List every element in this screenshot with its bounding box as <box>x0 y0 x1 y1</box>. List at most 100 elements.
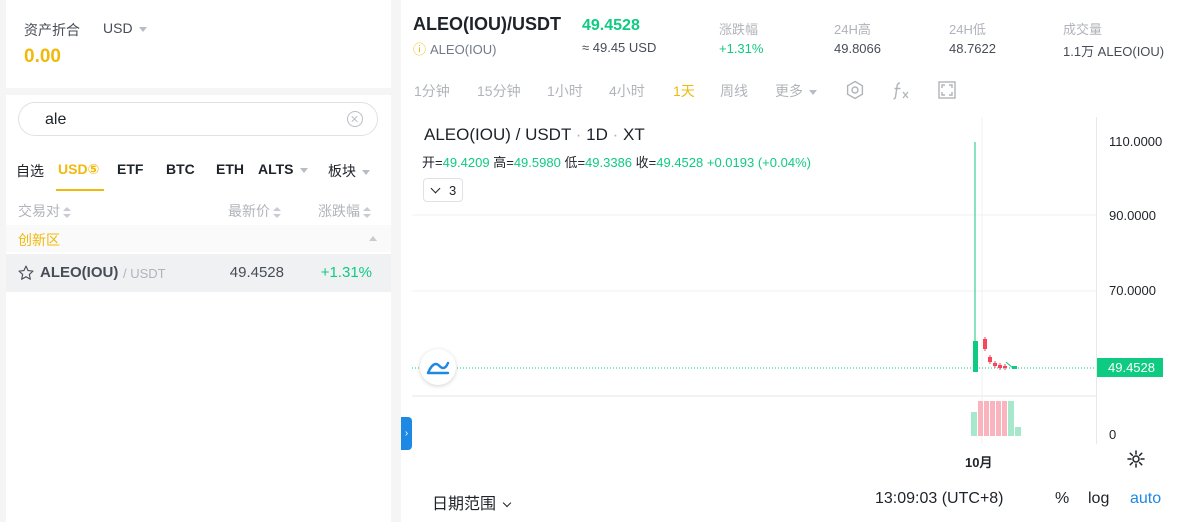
close-value: 49.4528 <box>656 155 704 170</box>
fullscreen-icon[interactable] <box>937 80 957 100</box>
chart-footer: 日期范围 13:09:03 (UTC+8) % log auto <box>401 476 1177 522</box>
tab-sectors-label: 板块 <box>328 163 356 179</box>
sort-by-change[interactable]: 涨跌幅 <box>318 201 371 221</box>
timeframe-more[interactable]: 更多 <box>775 81 817 101</box>
sort-icon <box>363 206 371 218</box>
currency-value: USD <box>103 20 133 36</box>
asset-value: 0.00 <box>24 46 61 67</box>
candles <box>973 142 1017 372</box>
high-value: 49.5980 <box>513 155 561 170</box>
tab-eth[interactable]: ETH <box>216 161 244 177</box>
price-axis[interactable]: 110.0000 90.0000 70.0000 0 49.4528 <box>1096 117 1177 444</box>
chevron-down-icon <box>502 498 512 508</box>
panel-divider <box>391 0 401 522</box>
tab-etf[interactable]: ETF <box>117 161 143 177</box>
pair-change: +1.31% <box>320 264 372 281</box>
stat-label-high: 24H高 <box>834 22 871 37</box>
price-chart[interactable]: ALEO(IOU) / USDT · 1D · XT 开=49.4209 高=4… <box>412 117 1177 444</box>
candle-body <box>988 357 992 362</box>
column-change: 涨跌幅 <box>318 203 360 219</box>
volume-bar <box>996 401 1001 436</box>
sort-by-pair[interactable]: 交易对 <box>18 201 71 221</box>
y-tick: 70.0000 <box>1109 283 1156 298</box>
active-tab-indicator <box>56 189 104 191</box>
percent-toggle[interactable]: % <box>1055 490 1069 508</box>
low-label: 低= <box>564 155 586 170</box>
info-icon: ⓘ <box>413 42 427 57</box>
timeframe-1h[interactable]: 1小时 <box>547 81 583 101</box>
volume-bars <box>971 401 1021 436</box>
mountain-icon <box>426 361 450 375</box>
chevron-down-icon <box>809 89 817 95</box>
stat-label-low: 24H低 <box>949 22 986 37</box>
chart-legend-title: ALEO(IOU) / USDT · 1D · XT <box>424 125 645 144</box>
chevron-down-icon <box>362 169 370 175</box>
gear-icon[interactable] <box>1126 449 1146 469</box>
tab-alts[interactable]: ALTS <box>258 161 308 177</box>
last-price: 49.4528 <box>582 17 640 34</box>
volume-bar <box>1015 427 1021 436</box>
indicators-toggle[interactable]: 3 <box>423 178 463 202</box>
market-tabs: 自选 USD⑤ ETF BTC ETH ALTS 板块 <box>6 158 391 192</box>
volume-bar <box>1002 401 1007 436</box>
chart-logo-button[interactable] <box>420 349 456 385</box>
legend-exchange: XT <box>623 125 645 144</box>
tab-sectors[interactable]: 板块 <box>328 161 370 181</box>
tab-usd[interactable]: USD⑤ <box>58 161 99 178</box>
pair-quote: / USDT <box>123 266 166 281</box>
volume-bar <box>971 412 977 436</box>
timeframe-15m[interactable]: 15分钟 <box>477 81 521 101</box>
section-header[interactable]: 创新区 <box>6 225 391 252</box>
timeframe-4h[interactable]: 4小时 <box>609 81 645 101</box>
candle-body <box>983 339 987 349</box>
market-list: ale 自选 USD⑤ ETF BTC ETH ALTS 板块 交易对 最新价 … <box>6 95 391 522</box>
chevron-up-icon <box>369 236 377 241</box>
sort-icon <box>273 206 281 218</box>
timeframe-1m[interactable]: 1分钟 <box>414 81 450 101</box>
x-tick: 10月 <box>965 455 993 470</box>
time-axis[interactable]: 10月 <box>412 444 1177 470</box>
search-input[interactable]: ale <box>18 102 378 136</box>
y-tick: 90.0000 <box>1109 208 1156 223</box>
stat-label-change: 涨跌幅 <box>719 22 759 37</box>
candle-body <box>998 365 1002 368</box>
candle-body <box>993 363 997 366</box>
legend-interval: 1D <box>586 125 608 144</box>
section-label: 创新区 <box>18 232 60 248</box>
sort-by-price[interactable]: 最新价 <box>228 201 281 221</box>
plot-area[interactable]: ALEO(IOU) / USDT · 1D · XT 开=49.4209 高=4… <box>412 117 1096 444</box>
indicators-count: 3 <box>449 183 457 198</box>
currency-select[interactable]: USD <box>103 20 147 36</box>
log-toggle[interactable]: log <box>1088 490 1109 508</box>
stat-value-volume: 1.1万 ALEO(IOU) <box>1063 44 1165 59</box>
list-item[interactable]: ALEO(IOU) / USDT 49.4528 +1.31% <box>6 254 391 292</box>
tab-favorites[interactable]: 自选 <box>16 161 44 181</box>
market-sidebar: 资产折合 USD 0.00 ale 自选 USD⑤ ETF BTC ETH AL… <box>0 0 391 522</box>
stat-value-change: +1.31% <box>719 41 764 56</box>
open-label: 开= <box>422 155 443 170</box>
timeframe-1d[interactable]: 1天 <box>673 81 695 101</box>
indicators-icon[interactable] <box>891 80 911 100</box>
chevron-down-icon <box>430 183 441 194</box>
timeframe-1w[interactable]: 周线 <box>720 81 748 101</box>
date-range-button[interactable]: 日期范围 <box>432 490 512 514</box>
volume-bar <box>984 401 989 436</box>
last-price-tag: 49.4528 <box>1097 358 1163 377</box>
symbol-title: ALEO(IOU)/USDT <box>413 14 561 34</box>
chart-settings-icon[interactable] <box>845 80 865 100</box>
star-icon[interactable] <box>17 264 35 282</box>
asset-summary: 资产折合 USD 0.00 <box>6 0 391 88</box>
symbol-name: ALEO(IOU) <box>430 42 497 57</box>
clear-icon[interactable] <box>347 111 363 127</box>
asset-label: 资产折合 <box>24 22 80 38</box>
tab-btc[interactable]: BTC <box>166 161 195 177</box>
clock-time[interactable]: 13:09:03 (UTC+8) <box>875 490 1004 508</box>
expand-panel-button[interactable]: › <box>401 417 412 450</box>
legend-pair: ALEO(IOU) / USDT <box>424 125 572 144</box>
stat-label-volume: 成交量 <box>1063 22 1103 37</box>
search-value: ale <box>45 111 67 128</box>
chevron-right-icon: › <box>404 428 409 439</box>
chevron-down-icon <box>138 26 147 32</box>
auto-toggle[interactable]: auto <box>1130 490 1161 508</box>
candle-body <box>973 341 978 372</box>
